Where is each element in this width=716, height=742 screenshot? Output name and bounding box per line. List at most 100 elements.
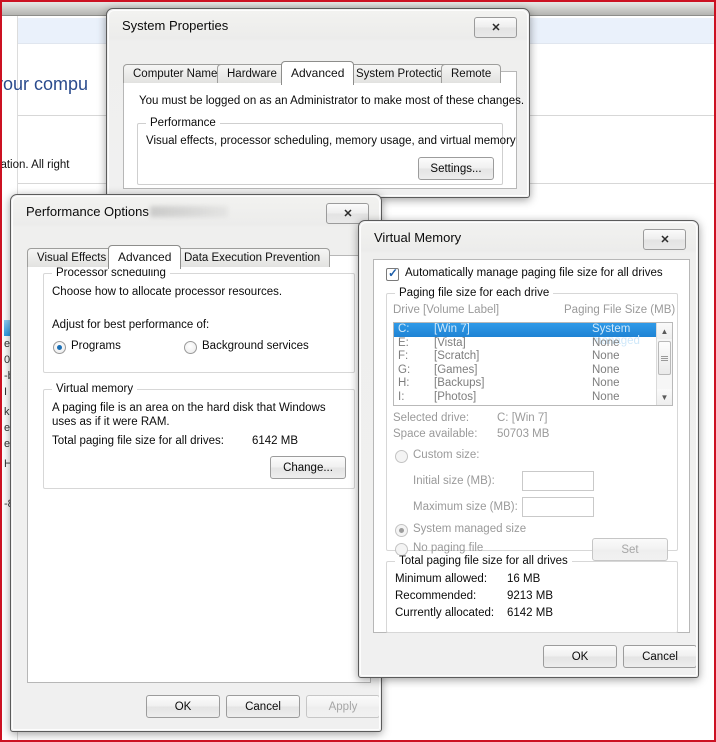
radio-no-paging-file-label: No paging file — [413, 542, 484, 554]
scroll-thumb[interactable] — [658, 341, 671, 375]
performance-options-ok-button[interactable]: OK — [146, 695, 220, 718]
performance-description: Visual effects, processor scheduling, me… — [146, 135, 516, 147]
tab-computer-name[interactable]: Computer Name — [123, 64, 228, 83]
drive-paging-size: None — [592, 390, 620, 403]
total-row-value: 6142 MB — [507, 607, 554, 619]
drive-letter: I: — [398, 390, 405, 403]
drive-rows-container: C: [Win 7] System managed E: [Vista] None F: [S… — [394, 323, 672, 404]
scroll-down-arrow[interactable]: ▼ — [657, 389, 672, 405]
virtual-memory-close-icon[interactable] — [643, 229, 686, 250]
background-text-fragment: I — [4, 386, 8, 398]
auto-manage-label[interactable]: Automatically manage paging file size fo… — [405, 267, 663, 279]
drives-listbox[interactable]: C: [Win 7] System managed E: [Vista] None F: [S… — [393, 322, 673, 406]
scroll-up-arrow[interactable]: ▲ — [657, 323, 672, 339]
system-properties-title: System Properties — [122, 18, 229, 33]
radio-programs[interactable] — [53, 341, 66, 354]
tab-hardware[interactable]: Hardware — [217, 64, 287, 83]
radio-system-managed-size — [395, 524, 408, 537]
performance-options-cancel-button[interactable]: Cancel — [226, 695, 300, 718]
virtual-memory-cancel-button[interactable]: Cancel — [623, 645, 696, 668]
tab-label: System Protection — [356, 68, 450, 80]
initial-size-input — [522, 471, 594, 491]
paging-file-group-label: Paging file size for each drive — [395, 287, 554, 299]
drive-list-item[interactable]: F: [Scratch] None — [394, 350, 672, 364]
drive-volume-label: [Scratch] — [434, 350, 480, 362]
tab-label: Remote — [451, 68, 492, 80]
virtual-memory-ok-button[interactable]: OK — [543, 645, 617, 668]
radio-custom-size — [395, 450, 408, 463]
space-available-value: 50703 MB — [497, 428, 550, 440]
drive-list-item[interactable]: E: [Vista] None — [394, 337, 672, 351]
adjust-prompt: Adjust for best performance of: — [52, 319, 210, 331]
space-available-label: Space available: — [393, 428, 478, 440]
tab-visual-effects[interactable]: Visual Effects — [27, 248, 117, 267]
background-text-fragment: k — [4, 406, 10, 418]
processor-scheduling-group: Processor scheduling Choose how to alloc… — [43, 267, 355, 373]
processor-scheduling-description: Choose how to allocate processor resourc… — [52, 286, 283, 298]
title-blur-artifact — [150, 206, 228, 217]
tab-data-execution-prevention[interactable]: Data Execution Prevention — [174, 248, 331, 267]
radio-background-services-label[interactable]: Background services — [202, 340, 309, 352]
maximum-size-label: Maximum size (MB): — [413, 501, 518, 513]
drive-paging-size: None — [592, 363, 620, 376]
change-button[interactable]: Change... — [270, 456, 346, 479]
total-row-value: 9213 MB — [507, 590, 554, 602]
tab-label: Data Execution Prevention — [184, 252, 321, 264]
drive-volume-label: [Photos] — [434, 390, 477, 403]
drive-list-item[interactable]: C: [Win 7] System managed — [394, 323, 672, 347]
tab-advanced[interactable]: Advanced — [281, 61, 355, 85]
drive-letter: C: — [398, 323, 410, 335]
drive-paging-size: None — [592, 336, 620, 349]
performance-options-dialog: Performance Options Visual Effects Advan… — [10, 194, 382, 732]
tab-label: Advanced — [291, 66, 345, 80]
tab-label: Hardware — [227, 68, 277, 80]
initial-size-label: Initial size (MB): — [413, 475, 495, 487]
column-header-size: Paging File Size (MB) — [564, 304, 676, 316]
drive-paging-size: None — [592, 350, 620, 362]
virtual-memory-group: Virtual memory A paging file is an area … — [43, 383, 355, 489]
drive-list-item[interactable]: I: [Photos] None — [394, 391, 672, 405]
drives-scrollbar[interactable]: ▲ ▼ — [656, 323, 672, 405]
performance-options-tabstrip: Visual Effects Advanced Data Execution P… — [27, 245, 371, 269]
radio-programs-label[interactable]: Programs — [71, 340, 121, 352]
set-button: Set — [592, 538, 668, 561]
tab-label: Visual Effects — [37, 252, 107, 264]
tab-label: Advanced — [118, 250, 172, 264]
settings-button[interactable]: Settings... — [418, 157, 494, 180]
drive-volume-label: [Win 7] — [434, 323, 470, 335]
admin-notice: You must be logged on as an Administrato… — [139, 95, 525, 107]
tab-remote[interactable]: Remote — [441, 64, 502, 83]
drive-letter: G: — [398, 363, 411, 376]
performance-group: Performance Visual effects, processor sc… — [137, 117, 516, 185]
virtual-memory-title: Virtual Memory — [374, 230, 462, 245]
radio-system-managed-size-label: System managed size — [413, 523, 527, 535]
system-properties-dialog: System Properties Computer Name Hardware… — [106, 8, 530, 198]
auto-manage-checkbox[interactable] — [386, 266, 399, 281]
performance-group-label: Performance — [146, 117, 220, 129]
drive-list-item[interactable]: G: [Games] None — [394, 364, 672, 378]
paging-file-group: Paging file size for each drive Drive [V… — [386, 287, 678, 561]
tab-advanced-perf[interactable]: Advanced — [108, 245, 182, 269]
column-header-drive: Drive [Volume Label] — [393, 304, 500, 316]
total-paging-value: 6142 MB — [252, 435, 299, 447]
radio-custom-size-label: Custom size: — [413, 449, 480, 461]
total-row-label: Currently allocated: — [395, 607, 495, 619]
total-paging-size-group: Total paging file size for all drives Mi… — [386, 555, 678, 633]
performance-options-apply-button: Apply — [306, 695, 379, 718]
tab-label: Computer Name — [133, 68, 218, 80]
selected-drive-label: Selected drive: — [393, 412, 470, 424]
system-properties-close-icon[interactable] — [474, 17, 517, 38]
drive-volume-label: [Backups] — [434, 377, 485, 389]
drive-letter: E: — [398, 336, 409, 349]
drive-list-item[interactable]: H: [Backups] None — [394, 377, 672, 391]
drive-volume-label: [Games] — [434, 363, 478, 376]
radio-background-services[interactable] — [184, 341, 197, 354]
virtual-memory-group-label: Virtual memory — [52, 383, 138, 395]
drive-letter: H: — [398, 377, 410, 389]
maximum-size-input — [522, 497, 594, 517]
selected-drive-value: C: [Win 7] — [497, 412, 548, 424]
virtual-memory-dialog: Virtual Memory Automatically manage pagi… — [358, 220, 699, 678]
drive-paging-size: None — [592, 377, 620, 389]
system-properties-tabstrip: Computer Name Hardware Advanced System P… — [123, 61, 517, 85]
total-paging-size-group-label: Total paging file size for all drives — [395, 555, 572, 567]
